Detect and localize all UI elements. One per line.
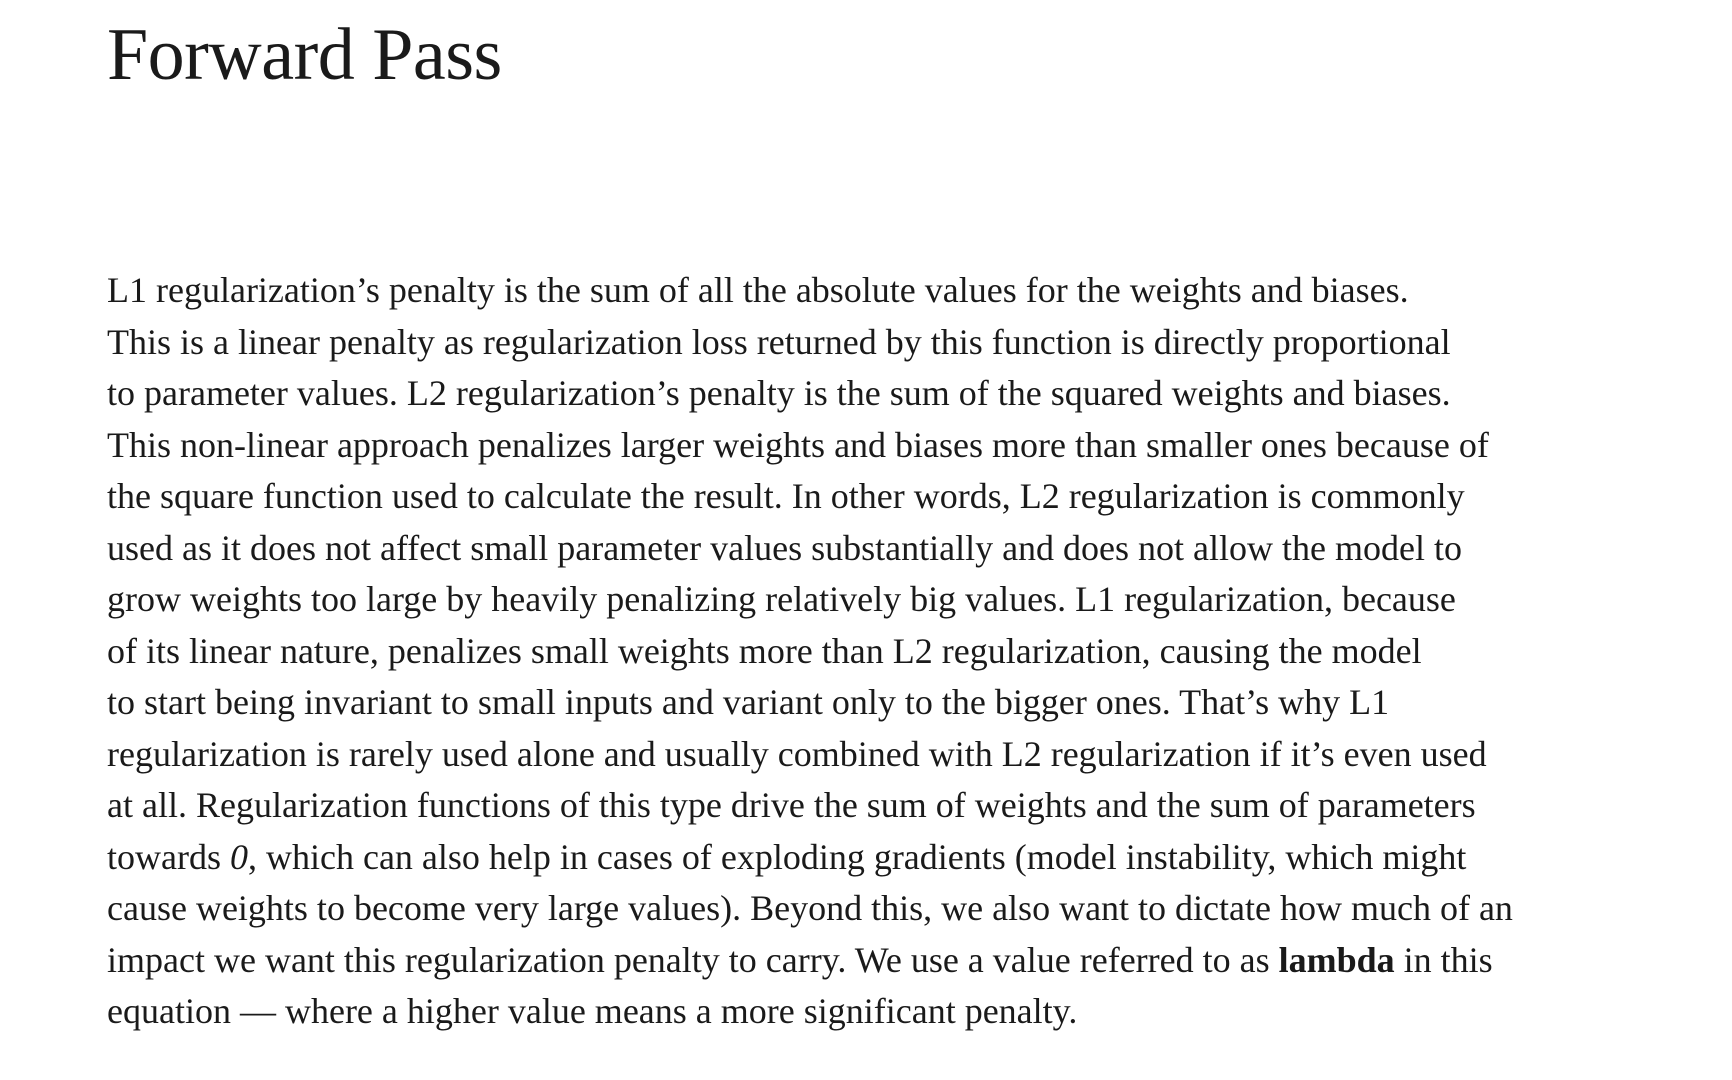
paragraph-line-8: of its linear nature, penalizes small we… (107, 630, 1422, 671)
paragraph-line-6: used as it does not affect small paramet… (107, 527, 1462, 568)
body-paragraph: L1 regularization’s penalty is the sum o… (107, 265, 1667, 1038)
paragraph-line-2: This is a linear penalty as regularizati… (107, 321, 1451, 362)
page-title: Forward Pass (107, 14, 502, 96)
paragraph-line-15: equation — where a higher value means a … (107, 991, 1078, 1031)
paragraph-line-14: impact we want this regularization penal… (107, 935, 1667, 987)
line-14-text-after: in this (1394, 939, 1493, 980)
paragraph-line-11: at all. Regularization functions of this… (107, 785, 1476, 825)
paragraph-line-13: cause weights to become very large value… (107, 888, 1513, 928)
line-12-text-before: towards (107, 836, 230, 877)
line-12-text-after: , which can also help in cases of explod… (247, 836, 1467, 877)
line-14-text-before: impact we want this regularization penal… (107, 939, 1279, 980)
paragraph-line-3: to parameter values. L2 regularization’s… (107, 373, 1451, 413)
paragraph-line-10: regularization is rarely used alone and … (107, 733, 1487, 774)
paragraph-line-9: to start being invariant to small inputs… (107, 682, 1390, 722)
paragraph-line-7: grow weights too large by heavily penali… (107, 579, 1456, 619)
paragraph-line-12: towards 0, which can also help in cases … (107, 832, 1667, 884)
paragraph-line-5: the square function used to calculate th… (107, 476, 1465, 516)
paragraph-line-4: This non-linear approach penalizes large… (107, 424, 1489, 465)
paragraph-line-1: L1 regularization’s penalty is the sum o… (107, 270, 1409, 310)
lambda-bold: lambda (1278, 939, 1395, 980)
zero-italic: 0 (229, 836, 248, 877)
